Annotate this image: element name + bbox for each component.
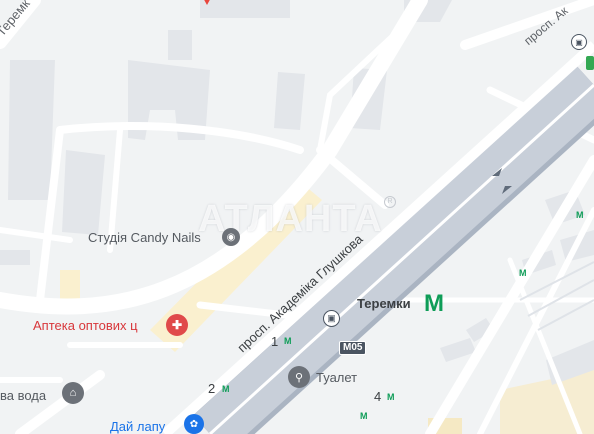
metro-exit-label[interactable]: 1 [271,335,278,348]
sand-block-right [500,370,594,434]
location-pin-icon[interactable] [202,0,212,5]
metro-station-label[interactable]: Теремки [357,297,411,310]
pharmacy-icon[interactable]: ✚ [166,314,188,336]
poi-label-pharmacy[interactable]: Аптека оптових ц [33,319,138,332]
registered-mark-icon: R [384,196,396,208]
toilet-icon[interactable]: ⚲ [288,366,310,388]
metro-exit-icon[interactable]: M [284,336,292,346]
road-shield-m05: M05 [339,341,367,355]
metro-marker-icon[interactable]: M [576,210,584,220]
map-view[interactable]: АТЛАНТА R Теремк просп. Ак просп. Академ… [0,0,594,434]
poi-label-water[interactable]: ва вода [0,389,46,402]
bus-stop-icon-top[interactable]: ▣ [571,34,587,50]
metro-icon[interactable]: M [424,290,444,318]
metro-marker-icon[interactable]: M [360,411,368,421]
metro-exit-icon[interactable]: M [222,384,230,394]
green-marker-icon[interactable] [586,56,594,70]
metro-exit-label[interactable]: 4 [374,390,381,403]
metro-exit-label[interactable]: 2 [208,382,215,395]
poi-label-toilet[interactable]: Туалет [316,371,357,384]
pet-shop-icon[interactable]: ✿ [184,414,204,434]
bank-icon[interactable]: ⌂ [62,382,84,404]
metro-exit-icon[interactable]: M [387,392,395,402]
bus-stop-icon[interactable]: ▣ [323,310,340,327]
nail-studio-icon[interactable]: ◉ [222,228,240,246]
poi-label-dai-lapu[interactable]: Дай лапу [110,420,165,433]
metro-marker-icon[interactable]: M [519,268,527,278]
poi-label-candy-nails[interactable]: Студія Candy Nails [88,231,201,244]
